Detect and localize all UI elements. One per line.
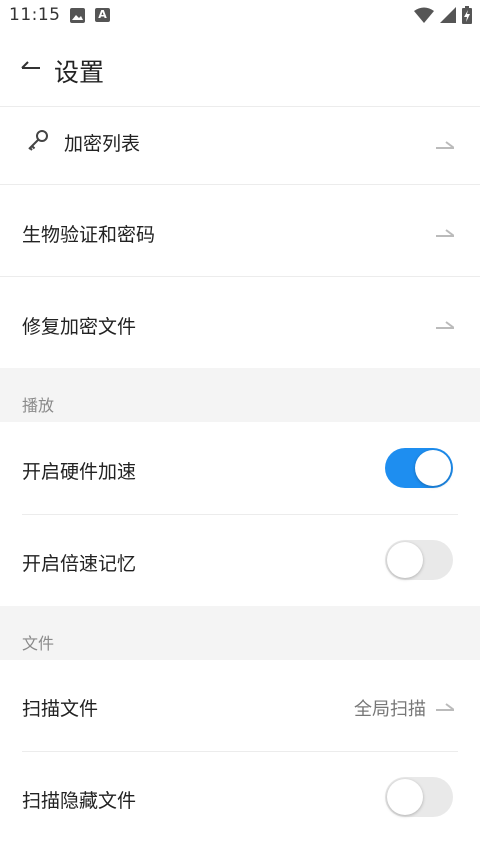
speed-memory-toggle[interactable] bbox=[385, 540, 453, 580]
scan-files-value: 全局扫描 bbox=[354, 699, 426, 720]
scan-files-label: 扫描文件 bbox=[22, 698, 99, 720]
hardware-acceleration-label: 开启硬件加速 bbox=[22, 461, 137, 483]
chevron-right-icon bbox=[436, 229, 454, 237]
encrypt-list-label: 加密列表 bbox=[64, 133, 141, 155]
biometric-password-label: 生物验证和密码 bbox=[22, 224, 156, 246]
chevron-right-icon bbox=[436, 703, 454, 711]
section-title-playback: 播放 bbox=[22, 396, 55, 415]
status-time: 11:15 bbox=[9, 5, 61, 25]
chevron-right-icon bbox=[436, 141, 454, 149]
app-bar: 设置 bbox=[0, 32, 480, 107]
toggle-knob bbox=[387, 779, 423, 815]
wifi-icon bbox=[414, 7, 434, 23]
scan-hidden-files-toggle[interactable] bbox=[385, 777, 453, 817]
encrypt-list-row[interactable]: 加密列表 bbox=[0, 107, 480, 184]
scan-hidden-files-row: 扫描隐藏文件 bbox=[0, 752, 480, 853]
status-bar: 11:15 A bbox=[0, 0, 480, 32]
back-arrow-icon[interactable] bbox=[20, 56, 42, 76]
section-title-file: 文件 bbox=[22, 634, 55, 653]
key-icon bbox=[28, 130, 48, 151]
speed-memory-row: 开启倍速记忆 bbox=[0, 515, 480, 606]
speed-memory-label: 开启倍速记忆 bbox=[22, 553, 137, 575]
battery-charging-icon bbox=[462, 6, 472, 24]
section-header-file: 文件 bbox=[0, 606, 480, 660]
toggle-knob bbox=[415, 450, 451, 486]
scan-files-row[interactable]: 扫描文件 全局扫描 bbox=[0, 660, 480, 751]
repair-encrypted-files-label: 修复加密文件 bbox=[22, 316, 137, 338]
section-header-playback: 播放 bbox=[0, 368, 480, 422]
repair-encrypted-files-row[interactable]: 修复加密文件 bbox=[0, 277, 480, 368]
biometric-password-row[interactable]: 生物验证和密码 bbox=[0, 185, 480, 276]
hardware-acceleration-toggle[interactable] bbox=[385, 448, 453, 488]
system-icons bbox=[414, 6, 472, 24]
text-a-icon: A bbox=[95, 8, 110, 22]
chevron-right-icon bbox=[436, 321, 454, 329]
notification-icons: A bbox=[70, 8, 110, 23]
image-icon bbox=[70, 8, 85, 23]
toggle-knob bbox=[387, 542, 423, 578]
page-title: 设置 bbox=[54, 58, 105, 87]
scan-hidden-files-label: 扫描隐藏文件 bbox=[22, 790, 137, 812]
hardware-acceleration-row: 开启硬件加速 bbox=[0, 422, 480, 514]
signal-icon bbox=[440, 7, 456, 23]
